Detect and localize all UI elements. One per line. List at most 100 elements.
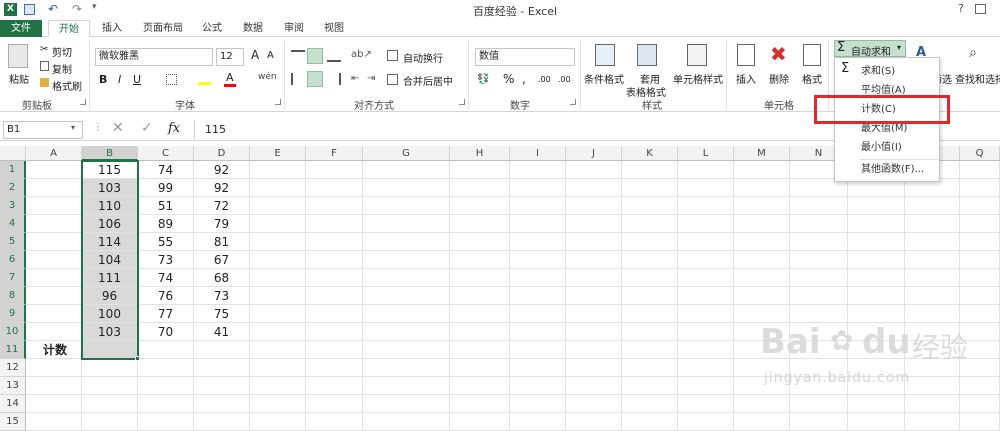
- cell-m3[interactable]: [734, 197, 790, 215]
- increase-decimal-button[interactable]: .00: [538, 75, 551, 84]
- cell-q7[interactable]: [960, 269, 1000, 287]
- cell-d5[interactable]: 81: [194, 233, 250, 251]
- cell-f9[interactable]: [306, 305, 363, 323]
- cell-k1[interactable]: [622, 161, 678, 179]
- phonetic-icon[interactable]: wén: [258, 72, 277, 82]
- grow-font-button[interactable]: A: [251, 48, 259, 62]
- cell-a7[interactable]: [26, 269, 82, 287]
- cut-button[interactable]: 剪切: [52, 44, 72, 59]
- cell-l14[interactable]: [678, 395, 734, 413]
- font-name-select[interactable]: 微软雅黑: [95, 48, 213, 66]
- cell-n8[interactable]: [790, 287, 848, 305]
- cell-i1[interactable]: [510, 161, 566, 179]
- merge-center-button[interactable]: 合并后居中: [403, 73, 453, 88]
- cell-d2[interactable]: 92: [194, 179, 250, 197]
- cell-h11[interactable]: [450, 341, 510, 359]
- cell-g5[interactable]: [363, 233, 450, 251]
- cell-p8[interactable]: [905, 287, 960, 305]
- cell-j12[interactable]: [566, 359, 622, 377]
- cell-n4[interactable]: [790, 215, 848, 233]
- cell-k7[interactable]: [622, 269, 678, 287]
- cell-e2[interactable]: [250, 179, 306, 197]
- column-header-g[interactable]: G: [363, 146, 450, 161]
- cell-l7[interactable]: [678, 269, 734, 287]
- cell-h3[interactable]: [450, 197, 510, 215]
- cell-m4[interactable]: [734, 215, 790, 233]
- cell-c14[interactable]: [138, 395, 194, 413]
- cell-h6[interactable]: [450, 251, 510, 269]
- cell-g1[interactable]: [363, 161, 450, 179]
- cell-p6[interactable]: [905, 251, 960, 269]
- conditional-format-button[interactable]: 条件格式: [584, 71, 624, 86]
- cell-o7[interactable]: [848, 269, 905, 287]
- cell-a10[interactable]: [26, 323, 82, 341]
- cell-k14[interactable]: [622, 395, 678, 413]
- cell-k6[interactable]: [622, 251, 678, 269]
- cell-j2[interactable]: [566, 179, 622, 197]
- cell-a1[interactable]: [26, 161, 82, 179]
- align-middle-icon[interactable]: [307, 48, 323, 64]
- cell-c10[interactable]: 70: [138, 323, 194, 341]
- cell-d13[interactable]: [194, 377, 250, 395]
- cell-g14[interactable]: [363, 395, 450, 413]
- cell-b1[interactable]: 115: [82, 161, 138, 179]
- cell-k9[interactable]: [622, 305, 678, 323]
- cell-i8[interactable]: [510, 287, 566, 305]
- cell-c5[interactable]: 55: [138, 233, 194, 251]
- cell-l2[interactable]: [678, 179, 734, 197]
- cell-l1[interactable]: [678, 161, 734, 179]
- help-icon[interactable]: ?: [958, 2, 964, 15]
- cell-l13[interactable]: [678, 377, 734, 395]
- cell-f13[interactable]: [306, 377, 363, 395]
- cell-d10[interactable]: 41: [194, 323, 250, 341]
- clipboard-launcher-icon[interactable]: [80, 99, 86, 105]
- paste-icon[interactable]: [8, 44, 28, 68]
- cell-i7[interactable]: [510, 269, 566, 287]
- cell-m2[interactable]: [734, 179, 790, 197]
- cell-k10[interactable]: [622, 323, 678, 341]
- cell-n15[interactable]: [790, 413, 848, 431]
- cell-d15[interactable]: [194, 413, 250, 431]
- cell-k15[interactable]: [622, 413, 678, 431]
- cell-f11[interactable]: [306, 341, 363, 359]
- cell-g10[interactable]: [363, 323, 450, 341]
- cell-d4[interactable]: 79: [194, 215, 250, 233]
- cell-m1[interactable]: [734, 161, 790, 179]
- cell-l8[interactable]: [678, 287, 734, 305]
- cell-j8[interactable]: [566, 287, 622, 305]
- cell-c6[interactable]: 73: [138, 251, 194, 269]
- cell-i5[interactable]: [510, 233, 566, 251]
- cell-g8[interactable]: [363, 287, 450, 305]
- cell-d8[interactable]: 73: [194, 287, 250, 305]
- row-header-10[interactable]: 10: [0, 323, 26, 341]
- cell-d1[interactable]: 92: [194, 161, 250, 179]
- cell-j15[interactable]: [566, 413, 622, 431]
- tab-insert[interactable]: 插入: [92, 20, 132, 37]
- cell-a5[interactable]: [26, 233, 82, 251]
- cell-e4[interactable]: [250, 215, 306, 233]
- cell-j5[interactable]: [566, 233, 622, 251]
- ribbon-display-icon[interactable]: [975, 4, 986, 14]
- cell-j11[interactable]: [566, 341, 622, 359]
- cell-i6[interactable]: [510, 251, 566, 269]
- cell-j14[interactable]: [566, 395, 622, 413]
- column-header-f[interactable]: F: [306, 146, 363, 161]
- cell-o4[interactable]: [848, 215, 905, 233]
- align-right-icon[interactable]: [327, 73, 341, 85]
- tab-page-layout[interactable]: 页面布局: [135, 20, 191, 37]
- cell-c2[interactable]: 99: [138, 179, 194, 197]
- cancel-icon[interactable]: ✕: [112, 120, 124, 136]
- cell-j1[interactable]: [566, 161, 622, 179]
- cell-g7[interactable]: [363, 269, 450, 287]
- row-header-4[interactable]: 4: [0, 215, 26, 233]
- cell-a14[interactable]: [26, 395, 82, 413]
- accounting-icon[interactable]: 💱: [477, 74, 489, 85]
- cell-k13[interactable]: [622, 377, 678, 395]
- number-format-select[interactable]: 数值: [475, 48, 575, 66]
- cell-n7[interactable]: [790, 269, 848, 287]
- cell-m15[interactable]: [734, 413, 790, 431]
- column-header-d[interactable]: D: [194, 146, 250, 161]
- save-icon[interactable]: [24, 4, 35, 15]
- tab-formulas[interactable]: 公式: [194, 20, 230, 37]
- cell-j10[interactable]: [566, 323, 622, 341]
